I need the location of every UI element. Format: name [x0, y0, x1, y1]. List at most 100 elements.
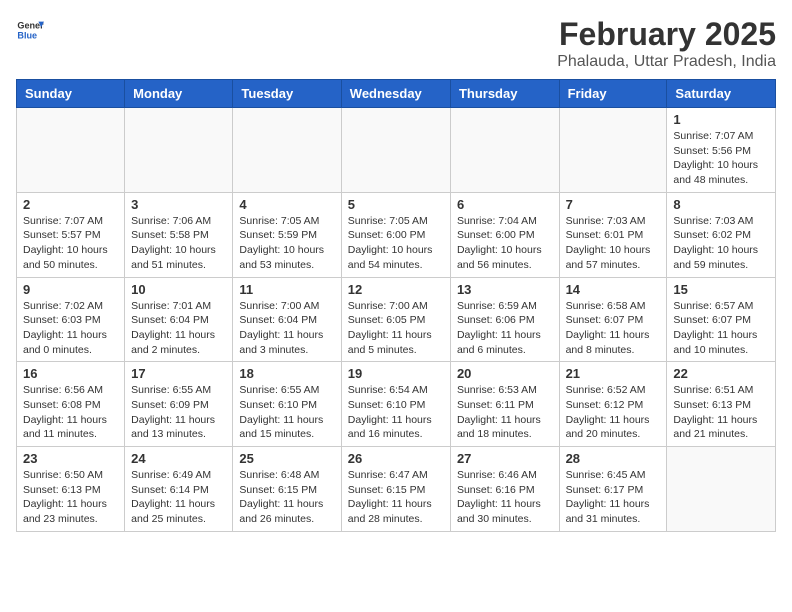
day-info: Sunrise: 6:51 AMSunset: 6:13 PMDaylight:…	[673, 383, 769, 442]
day-info: Sunrise: 7:06 AMSunset: 5:58 PMDaylight:…	[131, 214, 226, 273]
calendar-cell: 17 Sunrise: 6:55 AMSunset: 6:09 PMDayligh…	[125, 362, 233, 447]
calendar-cell: 13Sunrise: 6:59 AMSunset: 6:06 PMDayligh…	[450, 277, 559, 362]
day-info: Sunrise: 6:55 AMSunset: 6:10 PMDaylight:…	[239, 383, 334, 442]
calendar-cell: 19 Sunrise: 6:54 AMSunset: 6:10 PMDayligh…	[341, 362, 450, 447]
day-info: Sunrise: 6:45 AMSunset: 6:17 PMDaylight:…	[566, 468, 661, 527]
day-info: Sunrise: 7:05 AMSunset: 6:00 PMDaylight:…	[348, 214, 444, 273]
day-number: 21	[566, 366, 661, 381]
weekday-header-saturday: Saturday	[667, 80, 776, 108]
day-number: 9	[23, 282, 118, 297]
calendar-cell	[233, 108, 341, 193]
calendar-cell: 3 Sunrise: 7:06 AMSunset: 5:58 PMDaylight…	[125, 192, 233, 277]
location-title: Phalauda, Uttar Pradesh, India	[557, 53, 776, 71]
day-number: 22	[673, 366, 769, 381]
calendar-cell: 26 Sunrise: 6:47 AMSunset: 6:15 PMDayligh…	[341, 447, 450, 532]
calendar-cell: 25 Sunrise: 6:48 AMSunset: 6:15 PMDayligh…	[233, 447, 341, 532]
calendar-cell: 5Sunrise: 7:05 AMSunset: 6:00 PMDaylight…	[341, 192, 450, 277]
weekday-header-thursday: Thursday	[450, 80, 559, 108]
day-number: 16	[23, 366, 118, 381]
day-info: Sunrise: 7:04 AMSunset: 6:00 PMDaylight:…	[457, 214, 553, 273]
calendar-cell	[17, 108, 125, 193]
day-info: Sunrise: 6:53 AMSunset: 6:11 PMDaylight:…	[457, 383, 553, 442]
day-info: Sunrise: 7:02 AMSunset: 6:03 PMDaylight:…	[23, 299, 118, 358]
calendar-cell	[125, 108, 233, 193]
calendar-cell	[450, 108, 559, 193]
calendar-cell: 16 Sunrise: 6:56 AMSunset: 6:08 PMDayligh…	[17, 362, 125, 447]
day-number: 27	[457, 451, 553, 466]
day-number: 6	[457, 197, 553, 212]
day-number: 15	[673, 282, 769, 297]
day-info: Sunrise: 7:00 AMSunset: 6:05 PMDaylight:…	[348, 299, 444, 358]
day-info: Sunrise: 6:57 AMSunset: 6:07 PMDaylight:…	[673, 299, 769, 358]
day-info: Sunrise: 6:48 AMSunset: 6:15 PMDaylight:…	[239, 468, 334, 527]
day-number: 8	[673, 197, 769, 212]
day-info: Sunrise: 6:52 AMSunset: 6:12 PMDaylight:…	[566, 383, 661, 442]
day-info: Sunrise: 6:50 AMSunset: 6:13 PMDaylight:…	[23, 468, 118, 527]
calendar-cell: 12Sunrise: 7:00 AMSunset: 6:05 PMDayligh…	[341, 277, 450, 362]
calendar-cell	[667, 447, 776, 532]
day-number: 20	[457, 366, 553, 381]
day-number: 18	[239, 366, 334, 381]
day-number: 2	[23, 197, 118, 212]
calendar-cell	[341, 108, 450, 193]
calendar-cell: 27 Sunrise: 6:46 AMSunset: 6:16 PMDayligh…	[450, 447, 559, 532]
day-number: 26	[348, 451, 444, 466]
calendar-cell: 14 Sunrise: 6:58 AMSunset: 6:07 PMDayligh…	[559, 277, 667, 362]
calendar-cell: 23Sunrise: 6:50 AMSunset: 6:13 PMDayligh…	[17, 447, 125, 532]
calendar-cell: 9 Sunrise: 7:02 AMSunset: 6:03 PMDaylight…	[17, 277, 125, 362]
calendar-table: SundayMondayTuesdayWednesdayThursdayFrid…	[16, 79, 776, 532]
calendar-cell: 11 Sunrise: 7:00 AMSunset: 6:04 PMDayligh…	[233, 277, 341, 362]
calendar-cell: 8 Sunrise: 7:03 AMSunset: 6:02 PMDaylight…	[667, 192, 776, 277]
day-number: 11	[239, 282, 334, 297]
calendar-cell: 7 Sunrise: 7:03 AMSunset: 6:01 PMDaylight…	[559, 192, 667, 277]
calendar-cell: 10 Sunrise: 7:01 AMSunset: 6:04 PMDayligh…	[125, 277, 233, 362]
weekday-header-wednesday: Wednesday	[341, 80, 450, 108]
day-number: 3	[131, 197, 226, 212]
calendar-cell: 18 Sunrise: 6:55 AMSunset: 6:10 PMDayligh…	[233, 362, 341, 447]
calendar-cell: 4 Sunrise: 7:05 AMSunset: 5:59 PMDaylight…	[233, 192, 341, 277]
logo-icon: General Blue	[16, 16, 44, 44]
calendar-cell: 28 Sunrise: 6:45 AMSunset: 6:17 PMDayligh…	[559, 447, 667, 532]
day-number: 4	[239, 197, 334, 212]
calendar-week-4: 16 Sunrise: 6:56 AMSunset: 6:08 PMDayligh…	[17, 362, 776, 447]
logo: General Blue General Blue	[16, 16, 44, 44]
day-info: Sunrise: 6:47 AMSunset: 6:15 PMDaylight:…	[348, 468, 444, 527]
day-number: 14	[566, 282, 661, 297]
title-block: February 2025 Phalauda, Uttar Pradesh, I…	[557, 16, 776, 71]
day-info: Sunrise: 7:03 AMSunset: 6:01 PMDaylight:…	[566, 214, 661, 273]
day-info: Sunrise: 6:56 AMSunset: 6:08 PMDaylight:…	[23, 383, 118, 442]
day-number: 13	[457, 282, 553, 297]
day-info: Sunrise: 6:58 AMSunset: 6:07 PMDaylight:…	[566, 299, 661, 358]
calendar-week-5: 23Sunrise: 6:50 AMSunset: 6:13 PMDayligh…	[17, 447, 776, 532]
svg-text:Blue: Blue	[17, 30, 37, 40]
day-number: 28	[566, 451, 661, 466]
day-info: Sunrise: 7:01 AMSunset: 6:04 PMDaylight:…	[131, 299, 226, 358]
day-info: Sunrise: 6:54 AMSunset: 6:10 PMDaylight:…	[348, 383, 444, 442]
weekday-header-sunday: Sunday	[17, 80, 125, 108]
calendar-cell: 15 Sunrise: 6:57 AMSunset: 6:07 PMDayligh…	[667, 277, 776, 362]
calendar-week-1: 1Sunrise: 7:07 AMSunset: 5:56 PMDaylight…	[17, 108, 776, 193]
calendar-header-row: SundayMondayTuesdayWednesdayThursdayFrid…	[17, 80, 776, 108]
day-number: 17	[131, 366, 226, 381]
day-number: 24	[131, 451, 226, 466]
day-number: 10	[131, 282, 226, 297]
calendar-cell: 6 Sunrise: 7:04 AMSunset: 6:00 PMDaylight…	[450, 192, 559, 277]
day-number: 19	[348, 366, 444, 381]
page-header: General Blue General Blue February 2025 …	[16, 16, 776, 71]
day-info: Sunrise: 7:05 AMSunset: 5:59 PMDaylight:…	[239, 214, 334, 273]
calendar-cell: 20 Sunrise: 6:53 AMSunset: 6:11 PMDayligh…	[450, 362, 559, 447]
day-info: Sunrise: 7:07 AMSunset: 5:57 PMDaylight:…	[23, 214, 118, 273]
day-info: Sunrise: 7:00 AMSunset: 6:04 PMDaylight:…	[239, 299, 334, 358]
day-info: Sunrise: 6:46 AMSunset: 6:16 PMDaylight:…	[457, 468, 553, 527]
weekday-header-monday: Monday	[125, 80, 233, 108]
day-info: Sunrise: 6:55 AMSunset: 6:09 PMDaylight:…	[131, 383, 226, 442]
calendar-cell: 24 Sunrise: 6:49 AMSunset: 6:14 PMDayligh…	[125, 447, 233, 532]
day-number: 25	[239, 451, 334, 466]
day-info: Sunrise: 7:03 AMSunset: 6:02 PMDaylight:…	[673, 214, 769, 273]
calendar-week-2: 2 Sunrise: 7:07 AMSunset: 5:57 PMDaylight…	[17, 192, 776, 277]
day-info: Sunrise: 6:49 AMSunset: 6:14 PMDaylight:…	[131, 468, 226, 527]
day-info: Sunrise: 7:07 AMSunset: 5:56 PMDaylight:…	[673, 129, 769, 188]
day-number: 7	[566, 197, 661, 212]
calendar-cell: 1Sunrise: 7:07 AMSunset: 5:56 PMDaylight…	[667, 108, 776, 193]
month-title: February 2025	[557, 16, 776, 53]
